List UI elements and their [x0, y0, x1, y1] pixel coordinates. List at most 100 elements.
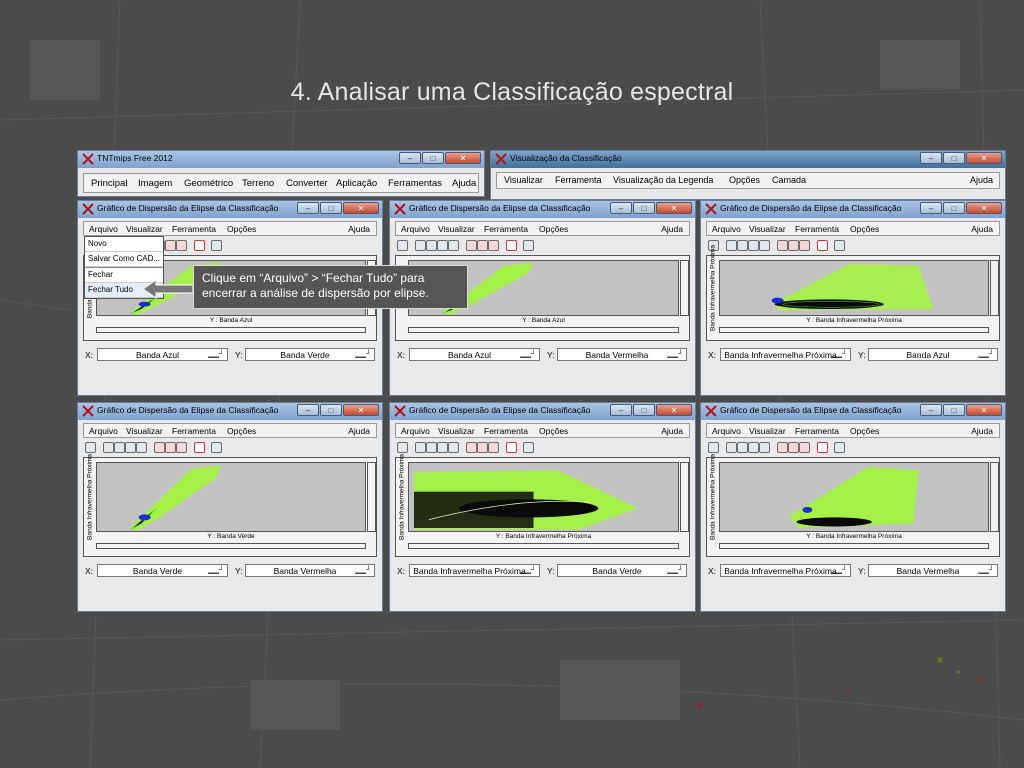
- new-icon[interactable]: [708, 442, 719, 453]
- menu-imagem[interactable]: Imagem: [138, 178, 172, 189]
- zoom-box-icon[interactable]: [777, 240, 788, 251]
- sample-icon[interactable]: [799, 442, 810, 453]
- zoom-out-icon[interactable]: [748, 240, 759, 251]
- y-band-select[interactable]: Banda Azul ▁▁┘: [868, 348, 998, 361]
- vertical-scrollbar[interactable]: [990, 260, 999, 316]
- menu-visualizar[interactable]: Visualizar: [126, 426, 163, 436]
- close-button[interactable]: ✕: [343, 404, 379, 416]
- zoom-box-icon[interactable]: [777, 442, 788, 453]
- menu-visualizacao-legenda[interactable]: Visualização da Legenda: [613, 175, 713, 185]
- sample-icon[interactable]: [176, 442, 187, 453]
- maximize-button[interactable]: □: [320, 202, 342, 214]
- vertical-scrollbar[interactable]: [367, 462, 376, 532]
- menu-ferramenta[interactable]: Ferramenta: [484, 426, 528, 436]
- minimize-button[interactable]: –: [920, 202, 942, 214]
- pan-icon[interactable]: [477, 240, 488, 251]
- x-band-select[interactable]: Banda Azul ▁▁┘: [409, 348, 540, 361]
- menu-arquivo[interactable]: Arquivo: [712, 426, 741, 436]
- x-band-select[interactable]: Banda Infravermelha Próxima ▁▁┘: [720, 564, 851, 577]
- pan-icon[interactable]: [165, 240, 176, 251]
- menu-opes[interactable]: Opções: [227, 426, 256, 436]
- new-icon[interactable]: [397, 240, 408, 251]
- maximize-button[interactable]: □: [943, 152, 965, 164]
- horizontal-scrollbar[interactable]: [719, 543, 989, 549]
- minimize-button[interactable]: –: [297, 404, 319, 416]
- close-small-icon[interactable]: [834, 240, 845, 251]
- menu-ajuda[interactable]: Ajuda: [452, 178, 476, 189]
- menu-arquivo[interactable]: Arquivo: [401, 224, 430, 234]
- zoom-box-icon[interactable]: [466, 240, 477, 251]
- pan-icon[interactable]: [788, 240, 799, 251]
- zoom-in-icon[interactable]: [114, 442, 125, 453]
- menu-ajuda[interactable]: Ajuda: [661, 426, 683, 436]
- close-small-icon[interactable]: [211, 442, 222, 453]
- maximize-button[interactable]: □: [422, 152, 444, 164]
- zoom-in-icon[interactable]: [426, 240, 437, 251]
- zoom-in-icon[interactable]: [426, 442, 437, 453]
- close-button[interactable]: ✕: [966, 202, 1002, 214]
- pan-icon[interactable]: [477, 442, 488, 453]
- horizontal-scrollbar[interactable]: [96, 327, 366, 333]
- zoom-fit-icon[interactable]: [136, 442, 147, 453]
- menu-ajuda[interactable]: Ajuda: [348, 426, 370, 436]
- x-band-select[interactable]: Banda Azul ▁▁┘: [97, 348, 228, 361]
- maximize-button[interactable]: □: [633, 202, 655, 214]
- x-band-select[interactable]: Banda Verde ▁▁┘: [97, 564, 228, 577]
- menu-opes[interactable]: Opções: [850, 224, 879, 234]
- zoom-out-icon[interactable]: [437, 442, 448, 453]
- menu-visualizar[interactable]: Visualizar: [438, 426, 475, 436]
- main-window-titlebar[interactable]: TNTmips Free 2012 – □ ✕: [78, 151, 484, 168]
- menu-arquivo[interactable]: Arquivo: [712, 224, 741, 234]
- close-small-icon[interactable]: [523, 240, 534, 251]
- y-band-select[interactable]: Banda Vermelha ▁▁┘: [868, 564, 998, 577]
- close-small-icon[interactable]: [523, 442, 534, 453]
- classification-titlebar[interactable]: Visualização da Classificação – □ ✕: [491, 151, 1005, 168]
- zoom-fit-icon[interactable]: [448, 442, 459, 453]
- minimize-button[interactable]: –: [920, 152, 942, 164]
- menu-ferramenta[interactable]: Ferramenta: [795, 426, 839, 436]
- menu-terreno[interactable]: Terreno: [242, 178, 274, 189]
- scatter-titlebar[interactable]: Gráfico de Dispersão da Elipse da Classi…: [78, 403, 382, 420]
- menu-visualizar[interactable]: Visualizar: [504, 175, 543, 185]
- y-band-select[interactable]: Banda Verde ▁▁┘: [245, 348, 375, 361]
- vertical-scrollbar[interactable]: [990, 462, 999, 532]
- menu-ajuda[interactable]: Ajuda: [970, 175, 993, 185]
- maximize-button[interactable]: □: [943, 202, 965, 214]
- ellipse-icon[interactable]: [817, 442, 828, 453]
- select-icon[interactable]: [415, 442, 426, 453]
- close-button[interactable]: ✕: [966, 404, 1002, 416]
- menu-converter[interactable]: Converter: [286, 178, 328, 189]
- close-small-icon[interactable]: [834, 442, 845, 453]
- menu-ajuda[interactable]: Ajuda: [971, 224, 993, 234]
- zoom-in-icon[interactable]: [737, 240, 748, 251]
- vertical-scrollbar[interactable]: [680, 462, 689, 532]
- zoom-fit-icon[interactable]: [759, 240, 770, 251]
- menu-visualizar[interactable]: Visualizar: [438, 224, 475, 234]
- close-button[interactable]: ✕: [343, 202, 379, 214]
- scatter-titlebar[interactable]: Gráfico de Dispersão da Elipse da Classi…: [701, 403, 1005, 420]
- new-icon[interactable]: [85, 442, 96, 453]
- close-button[interactable]: ✕: [656, 202, 692, 214]
- menu-visualizar[interactable]: Visualizar: [749, 224, 786, 234]
- menu-arquivo[interactable]: Arquivo: [89, 224, 118, 234]
- menu-ajuda[interactable]: Ajuda: [348, 224, 370, 234]
- scatter-titlebar[interactable]: Gráfico de Dispersão da Elipse da Classi…: [390, 201, 695, 218]
- minimize-button[interactable]: –: [297, 202, 319, 214]
- minimize-button[interactable]: –: [610, 202, 632, 214]
- menu-ferramenta[interactable]: Ferramenta: [484, 224, 528, 234]
- select-icon[interactable]: [726, 240, 737, 251]
- select-icon[interactable]: [415, 240, 426, 251]
- menu-principal[interactable]: Principal: [91, 178, 127, 189]
- menu-visualizar[interactable]: Visualizar: [126, 224, 163, 234]
- menu-ferramenta[interactable]: Ferramenta: [795, 224, 839, 234]
- sample-icon[interactable]: [488, 240, 499, 251]
- menu-camada[interactable]: Camada: [772, 175, 806, 185]
- x-band-select[interactable]: Banda Infravermelha Próxima ▁▁┘: [720, 348, 851, 361]
- zoom-fit-icon[interactable]: [759, 442, 770, 453]
- menu-opes[interactable]: Opções: [539, 426, 568, 436]
- minimize-button[interactable]: –: [399, 152, 421, 164]
- file-menu-salvar-cad[interactable]: Salvar Como CAD...: [85, 252, 163, 267]
- menu-ajuda[interactable]: Ajuda: [971, 426, 993, 436]
- menu-ferramenta[interactable]: Ferramenta: [555, 175, 602, 185]
- menu-ferramentas[interactable]: Ferramentas: [388, 178, 442, 189]
